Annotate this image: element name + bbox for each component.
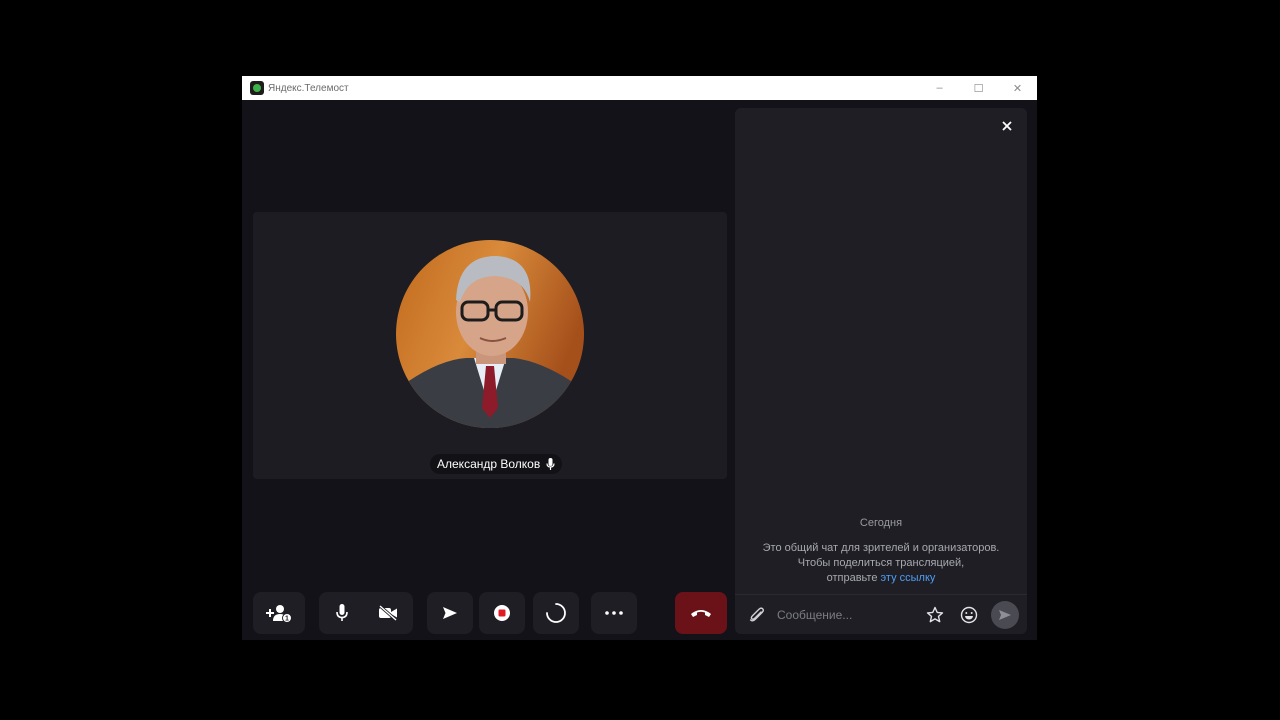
conference-content: Александр Волков 1 Сегодня Это общий чат… [245, 100, 1034, 640]
attach-button[interactable] [745, 603, 769, 627]
close-window-button[interactable]: ✕ [998, 76, 1037, 100]
camera-off-icon [379, 605, 397, 621]
record-button[interactable] [479, 592, 525, 634]
emoji-button[interactable] [959, 605, 979, 625]
chat-info-line2: Чтобы поделиться трансляцией, [797, 557, 965, 569]
microphone-button[interactable] [319, 592, 365, 634]
favorites-button[interactable] [925, 605, 945, 625]
svg-text:1: 1 [285, 616, 289, 623]
microphone-small-icon [546, 458, 555, 470]
share-screen-icon [443, 607, 457, 619]
send-button[interactable] [991, 601, 1019, 629]
chat-input-bar [735, 594, 1027, 634]
maximize-button[interactable]: ☐ [959, 76, 998, 100]
record-icon [494, 605, 510, 621]
chat-info-message: Это общий чат для зрителей и организатор… [735, 541, 1027, 586]
paperclip-icon [749, 606, 764, 621]
add-participant-button[interactable]: 1 [253, 592, 305, 634]
microphone-icon [336, 604, 348, 621]
close-icon [1002, 121, 1012, 131]
participant-tile[interactable]: Александр Волков [253, 212, 727, 479]
chat-info-line3-text: отправьте [826, 572, 881, 584]
share-link[interactable]: эту ссылку [881, 572, 936, 584]
camera-toggle-button[interactable] [365, 592, 411, 634]
participant-name-tag: Александр Волков [430, 454, 563, 474]
window-controls: – ☐ ✕ [920, 76, 1037, 100]
media-controls-group [319, 592, 413, 634]
star-icon [926, 606, 944, 623]
message-input[interactable] [777, 607, 907, 622]
avatar-image [396, 240, 584, 428]
chat-close-button[interactable] [997, 116, 1017, 136]
send-icon [999, 610, 1011, 620]
participant-name: Александр Волков [437, 457, 541, 471]
hangup-button[interactable] [675, 592, 727, 634]
chat-info-line1: Это общий чат для зрителей и организатор… [762, 542, 1000, 554]
emoji-icon [960, 606, 978, 624]
loading-icon [546, 603, 566, 623]
more-icon [605, 611, 623, 615]
hangup-icon [691, 610, 711, 617]
title-bar: Яндекс.Телемост – ☐ ✕ [242, 76, 1037, 100]
minimize-button[interactable]: – [920, 76, 959, 100]
share-screen-button[interactable] [427, 592, 473, 634]
app-window: Яндекс.Телемост – ☐ ✕ Александр Волков 1… [242, 76, 1037, 640]
call-controls-toolbar: 1 [253, 592, 727, 634]
more-options-button[interactable] [591, 592, 637, 634]
telemost-logo-icon [250, 81, 264, 95]
participant-avatar [396, 240, 584, 428]
add-participant-icon: 1 [266, 605, 292, 623]
window-title: Яндекс.Телемост [268, 82, 349, 94]
chat-panel: Сегодня Это общий чат для зрителей и орг… [735, 108, 1027, 634]
chat-date-label: Сегодня [859, 517, 903, 529]
chat-info-line3: отправьте эту ссылку [735, 571, 1027, 586]
broadcast-status-button[interactable] [533, 592, 579, 634]
